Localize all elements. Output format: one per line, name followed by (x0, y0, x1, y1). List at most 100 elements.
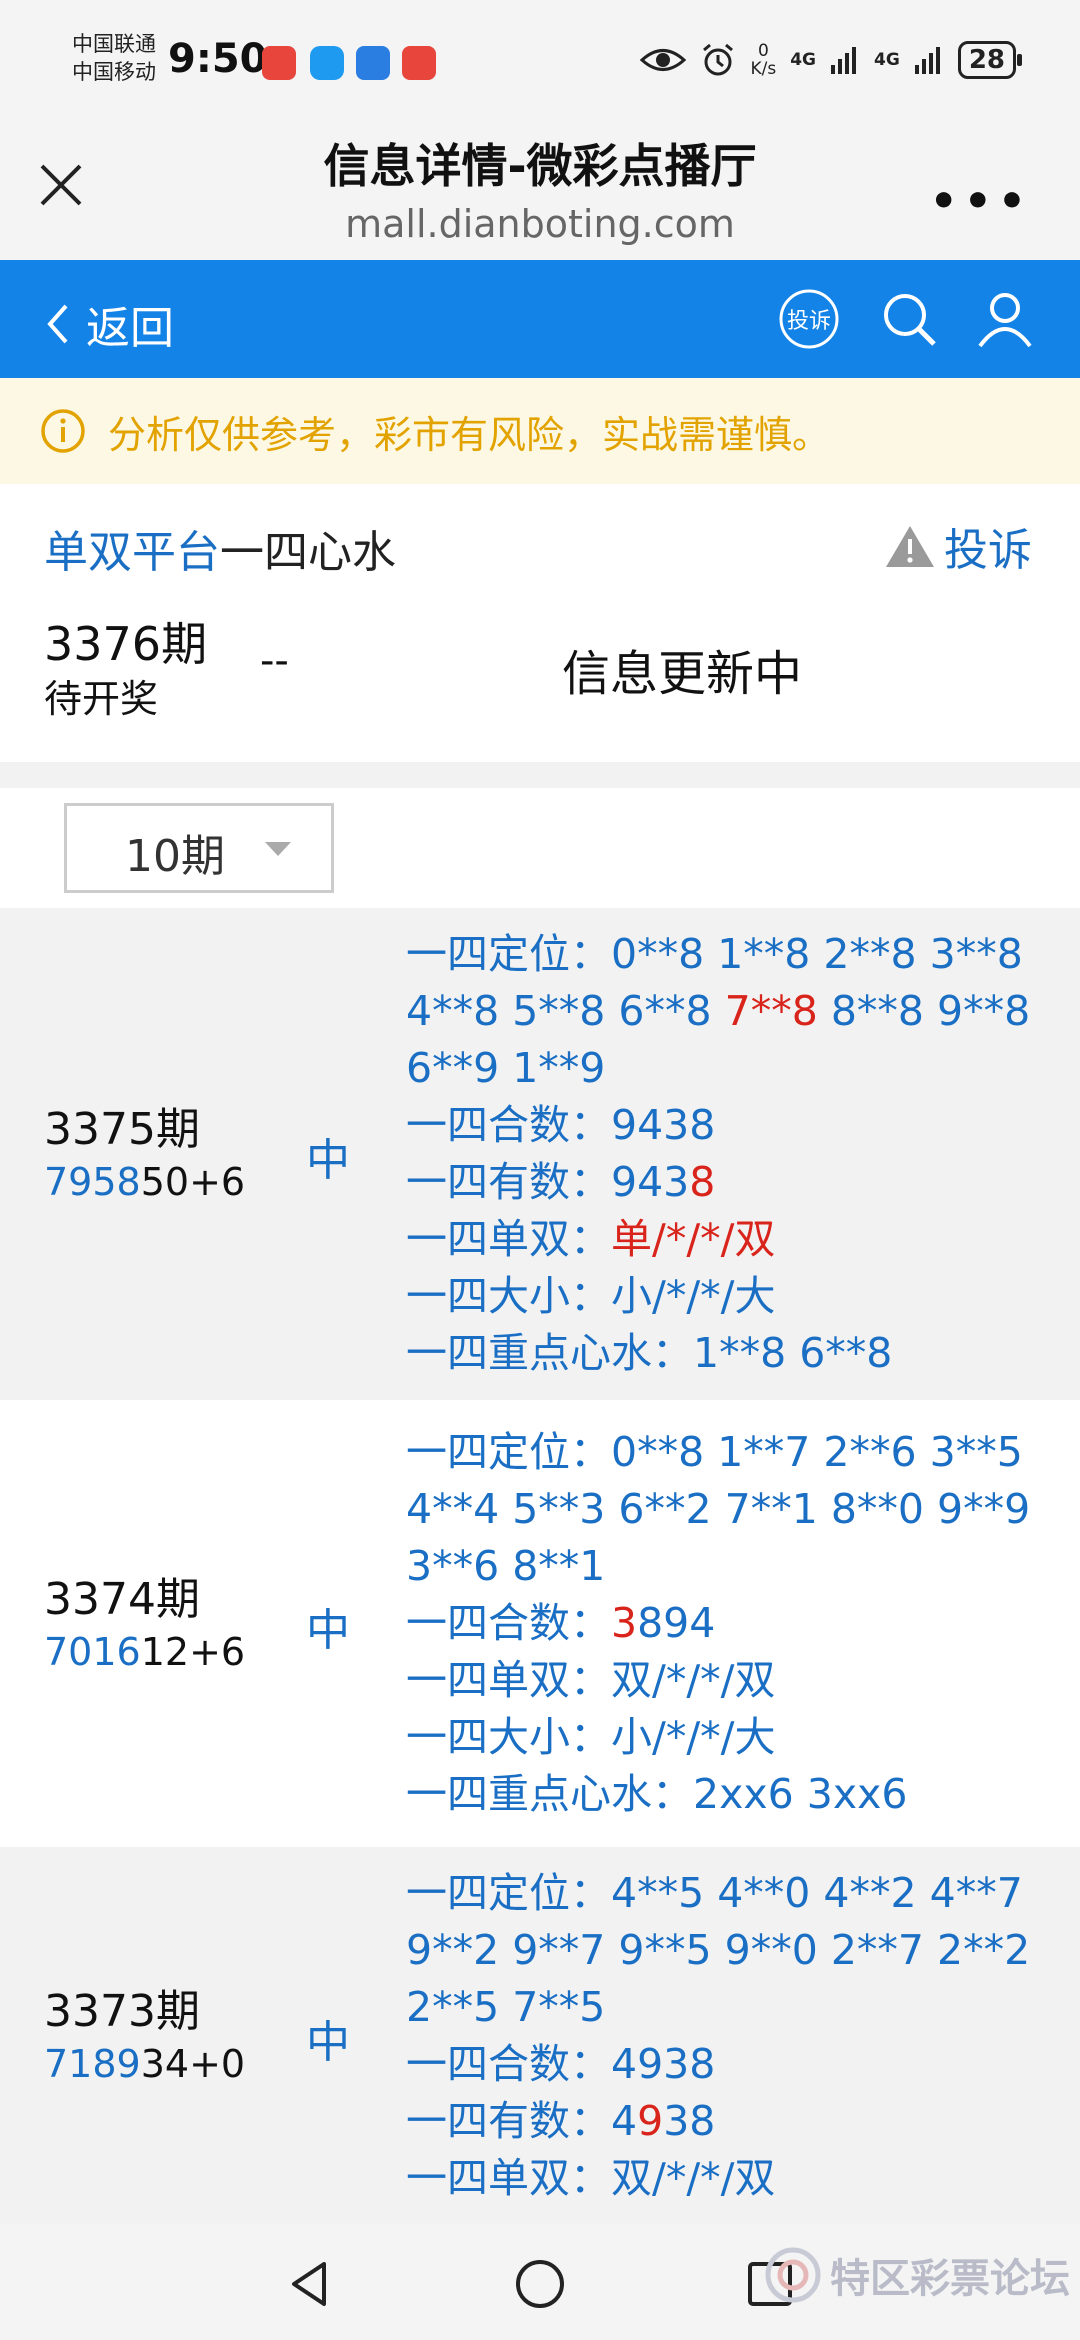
net-speed-value: 0 (757, 41, 769, 61)
plan-platform-link[interactable]: 单双平台 (44, 527, 220, 578)
caret-down-icon (265, 842, 291, 856)
analysis-line: 一四大小：小/*/*/大 (406, 1709, 1036, 1766)
analysis-label: 一四有数： (406, 2097, 611, 2145)
analysis-value: 小/*/*/大 (611, 1713, 776, 1761)
analysis-value: 双/*/*/双 (611, 2154, 776, 2202)
message-app-icon (310, 46, 344, 80)
analysis-line: 一四大小：小/*/*/大 (406, 1268, 1036, 1325)
more-menu-button[interactable]: ••• (930, 176, 1032, 227)
analysis-hit-value: 8 (689, 1158, 716, 1206)
section-divider (0, 762, 1080, 788)
net-speed-unit: K/s (750, 59, 777, 79)
warning-icon (886, 526, 934, 567)
page-title: 信息详情-微彩点播厅 (323, 139, 757, 193)
analysis-value: 38 (663, 2097, 716, 2145)
analysis-hit-value: 单/*/*/双 (611, 1215, 776, 1263)
alarm-icon (703, 43, 734, 76)
record-draw-result: 718934+0 (44, 2040, 245, 2088)
analysis-hit-value: 9 (637, 2097, 664, 2145)
notice-text: 分析仅供参考，彩市有风险，实战需谨慎。 (108, 412, 831, 457)
record-analysis: 一四定位：0**8 1**7 2**6 3**5 4**4 5**3 6**2 … (406, 1424, 1036, 1823)
home-circle-icon[interactable] (510, 2254, 570, 2314)
analysis-value: 4938 (611, 2040, 716, 2088)
record-hit-badge: 中 (306, 1604, 350, 1656)
analysis-value: 小/*/*/大 (611, 1272, 776, 1320)
analysis-value: 双/*/*/双 (611, 1656, 776, 1704)
user-icon[interactable] (974, 288, 1036, 350)
analysis-line: 一四有数：9438 (406, 1154, 1036, 1211)
analysis-line: 一四重点心水：1**8 6**8 (406, 1325, 1036, 1382)
analysis-value: 2xx6 3xx6 (693, 1770, 908, 1818)
risk-notice: 分析仅供参考，彩市有风险，实战需谨慎。 (0, 378, 1080, 484)
period-count-value: 10期 (125, 831, 225, 882)
back-button[interactable]: 返回 (44, 292, 174, 356)
signal-icon (914, 47, 940, 74)
record-result-highlight: 7958 (44, 1160, 141, 1204)
analysis-label: 一四重点心水： (406, 1770, 693, 1818)
report-icon[interactable]: 投诉 (778, 288, 840, 350)
record-row: 3373期 718934+0 中一四定位：4**5 4**0 4**2 4**7 9… (0, 1847, 1080, 2224)
status-time: 9:50 (168, 36, 268, 82)
plan-name: 一四心水 (220, 527, 396, 578)
analysis-label: 一四定位： (406, 930, 611, 978)
complain-button[interactable]: 投诉 (884, 514, 1032, 578)
analysis-value: 4 (611, 2097, 638, 2145)
analysis-line: 一四合数：3894 (406, 1595, 1036, 1652)
record-hit-badge: 中 (306, 1135, 350, 1186)
record-analysis: 一四定位：0**8 1**8 2**8 3**8 4**8 5**8 6**8 … (406, 926, 1036, 1382)
network-type-1: 4G (790, 50, 817, 70)
carrier-2: 中国移动 (72, 60, 156, 84)
analysis-line: 一四重点心水：2xx6 3xx6 (406, 1766, 1036, 1823)
report-badge-text: 投诉 (787, 309, 831, 334)
record-period: 3375期 (44, 1104, 200, 1155)
carrier-info: 中国联通 中国移动 (72, 30, 156, 86)
current-period: 3376期 (44, 617, 208, 671)
complain-label: 投诉 (944, 525, 1032, 576)
record-period: 3374期 (44, 1573, 200, 1625)
analysis-label: 一四定位： (406, 1869, 611, 1917)
record-summary: 3374期 701612+6 (44, 1572, 245, 1676)
record-draw-result: 795850+6 (44, 1158, 245, 1206)
current-info: 信息更新中 (562, 646, 803, 702)
analysis-label: 一四合数： (406, 1101, 611, 1149)
analysis-label: 一四大小： (406, 1713, 611, 1761)
current-result: -- (260, 638, 289, 684)
current-status: 待开奖 (44, 677, 159, 721)
analysis-line: 一四单双：双/*/*/双 (406, 2150, 1036, 2207)
search-icon[interactable] (878, 288, 940, 350)
watermark-text: 特区彩票论坛 (830, 2256, 1070, 2302)
analysis-label: 一四合数： (406, 2040, 611, 2088)
analysis-label: 一四大小： (406, 1272, 611, 1320)
analysis-label: 一四有数： (406, 1158, 611, 1206)
record-row: 3375期 795850+6 中 一四定位：0**8 1**8 2**8 3**8 4… (0, 908, 1080, 1406)
current-issue-row: 3376期 待开奖 -- 信息更新中 (44, 608, 1036, 721)
analysis-value: 894 (637, 1599, 716, 1647)
analysis-value: 1**8 6**8 (693, 1329, 893, 1377)
analysis-line: 一四合数：9438 (406, 1097, 1036, 1154)
signal-icon (831, 47, 857, 74)
period-count-select[interactable]: 10期 (64, 803, 334, 893)
analysis-label: 一四定位： (406, 1428, 611, 1476)
record-analysis: 一四定位：4**5 4**0 4**2 4**7 9**2 9**7 9**5 … (406, 1865, 1036, 2207)
status-bar: 中国联通 中国移动 9:50 0 K/s 4G 4G 28 (0, 0, 1080, 120)
analysis-line: 一四定位：0**8 1**7 2**6 3**5 4**4 5**3 6**2 … (406, 1424, 1036, 1595)
record-result-highlight: 7016 (44, 1629, 141, 1674)
analysis-label: 一四单双： (406, 2154, 611, 2202)
record-hit-badge: 中 (306, 2017, 350, 2068)
history-records: 3375期 795850+6 中 一四定位：0**8 1**8 2**8 3**8 4… (0, 908, 1080, 2224)
plan-title: 单双平台一四心水 (44, 516, 396, 580)
analysis-value: 9438 (611, 1101, 716, 1149)
record-summary: 3373期 718934+0 (44, 1984, 245, 2088)
back-triangle-icon[interactable] (280, 2254, 340, 2314)
chevron-left-icon (47, 304, 68, 344)
network-type-2: 4G (874, 50, 900, 70)
analysis-line: 一四单双：单/*/*/双 (406, 1211, 1036, 1268)
analysis-label: 一四单双： (406, 1656, 611, 1704)
record-result-rest: 34+0 (140, 2042, 246, 2086)
net-speed: 0 K/s (750, 42, 776, 78)
back-label: 返回 (86, 303, 174, 354)
eye-icon (640, 49, 687, 71)
record-row: 3374期 701612+6 中 一四定位：0**8 1**7 2**6 3**5 4… (0, 1406, 1080, 1847)
page-url: mall.dianboting.com (345, 202, 735, 246)
analysis-line: 一四有数：4938 (406, 2093, 1036, 2150)
